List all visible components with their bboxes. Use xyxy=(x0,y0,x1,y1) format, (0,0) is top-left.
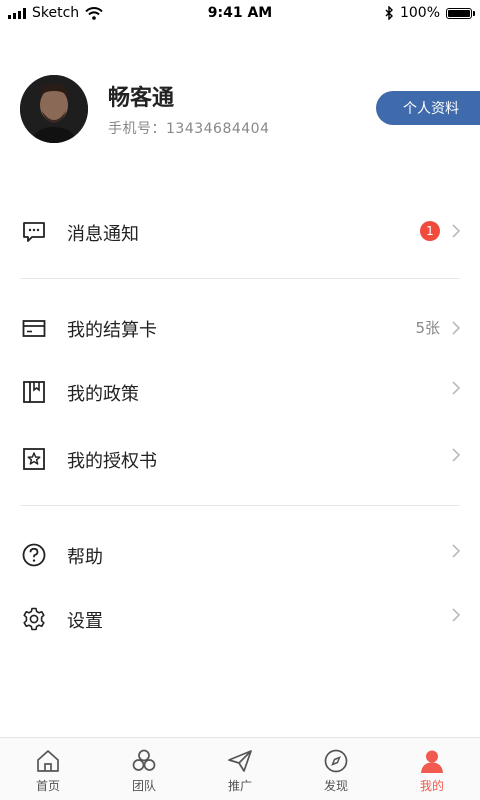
profile-button[interactable]: 个人资料 xyxy=(376,91,480,125)
home-icon xyxy=(37,750,59,772)
menu-trailing xyxy=(452,608,460,622)
tab-team[interactable]: 团队 xyxy=(96,738,192,800)
divider xyxy=(20,505,460,506)
tab-label: 团队 xyxy=(131,779,156,793)
menu-label: 帮助 xyxy=(67,547,103,568)
tab-label: 发现 xyxy=(323,779,348,793)
menu-trailing: 1 xyxy=(420,221,460,241)
avatar-image xyxy=(20,75,88,143)
tab-promote[interactable]: 推广 xyxy=(192,738,288,800)
menu-item-help[interactable]: 帮助 xyxy=(0,534,480,574)
menu-item-notifications[interactable]: 消息通知 1 xyxy=(0,211,480,251)
menu-item-policy[interactable]: 我的政策 xyxy=(0,371,480,411)
user-phone: 手机号：13434684404 xyxy=(108,121,270,137)
card-count: 5张 xyxy=(415,319,440,337)
help-icon xyxy=(22,543,46,567)
menu-label: 我的政策 xyxy=(67,384,139,405)
avatar[interactable] xyxy=(20,75,88,143)
card-icon xyxy=(22,320,46,337)
divider xyxy=(20,278,460,279)
status-right: 100% xyxy=(385,5,475,21)
battery-icon xyxy=(446,7,475,19)
menu-item-settlement-card[interactable]: 我的结算卡 5张 xyxy=(0,307,480,347)
chevron-right-icon xyxy=(452,544,460,558)
menu-label: 我的授权书 xyxy=(67,451,157,472)
menu-item-authorization[interactable]: 我的授权书 xyxy=(0,438,480,478)
user-icon xyxy=(421,750,443,773)
team-icon xyxy=(132,749,156,771)
battery-percent: 100% xyxy=(399,5,440,21)
bluetooth-icon xyxy=(385,6,393,20)
menu-trailing: 5张 xyxy=(415,317,460,338)
tab-discover[interactable]: 发现 xyxy=(288,738,384,800)
menu-trailing xyxy=(452,544,460,558)
menu-item-settings[interactable]: 设置 xyxy=(0,598,480,638)
tab-label: 我的 xyxy=(419,779,444,793)
tab-mine[interactable]: 我的 xyxy=(384,738,480,800)
menu-label: 消息通知 xyxy=(67,224,139,245)
menu-label: 我的结算卡 xyxy=(67,320,157,341)
compass-icon xyxy=(324,749,348,773)
chevron-right-icon xyxy=(452,608,460,622)
menu-label: 设置 xyxy=(67,611,103,632)
message-icon xyxy=(23,222,45,242)
user-name: 畅客通 xyxy=(108,86,175,111)
chevron-right-icon xyxy=(452,320,460,335)
chevron-right-icon xyxy=(452,448,460,462)
chevron-right-icon xyxy=(452,224,460,238)
gear-icon xyxy=(23,607,45,631)
menu-trailing xyxy=(452,448,460,462)
tab-home[interactable]: 首页 xyxy=(0,738,96,800)
menu-trailing xyxy=(452,381,460,395)
chevron-right-icon xyxy=(452,381,460,395)
tab-label: 推广 xyxy=(227,779,252,793)
tab-bar: 首页 团队 推广 发现 我的 xyxy=(0,737,480,800)
certificate-icon xyxy=(23,448,45,470)
unread-badge: 1 xyxy=(420,221,440,241)
paper-plane-icon xyxy=(228,750,252,772)
status-bar: Sketch 9:41 AM 100% xyxy=(0,0,480,26)
policy-icon xyxy=(23,381,45,403)
tab-label: 首页 xyxy=(35,779,60,793)
